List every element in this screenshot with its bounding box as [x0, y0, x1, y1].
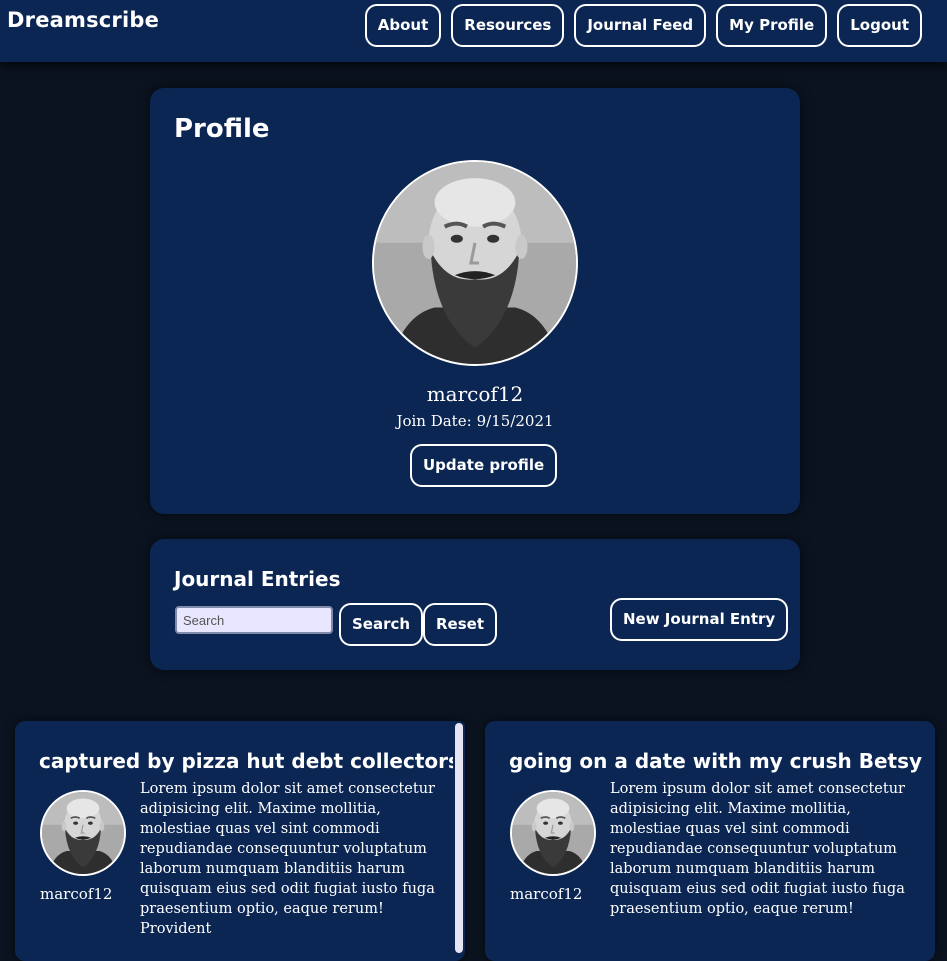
entry-author-photo [42, 792, 124, 874]
brand-logo[interactable]: Dreamscribe [7, 8, 159, 32]
update-profile-button[interactable]: Update profile [410, 444, 558, 487]
entry-author-photo [512, 792, 594, 874]
search-input[interactable] [175, 606, 333, 634]
entry-author: marcof12 [510, 885, 583, 903]
top-navbar: Dreamscribe About Resources Journal Feed… [0, 0, 947, 62]
journal-entries-title: Journal Entries [174, 567, 341, 591]
entry-body: Lorem ipsum dolor sit amet consectetur a… [140, 781, 435, 937]
reset-button[interactable]: Reset [423, 603, 497, 646]
entry-avatar [40, 790, 126, 876]
profile-username: marcof12 [426, 382, 524, 406]
join-date: Join Date: 9/15/2021 [150, 412, 800, 430]
entry-avatar [510, 790, 596, 876]
profile-card: Profile marcof12 Join Date: 9/15/2021 Upd… [150, 88, 800, 514]
nav-links: About Resources Journal Feed My Profile … [364, 4, 922, 47]
profile-photo [374, 162, 576, 364]
journal-entries-card: Journal Entries Search Reset New Journal… [150, 539, 800, 670]
profile-title: Profile [174, 114, 270, 144]
entry-scrollbar[interactable] [453, 721, 465, 953]
search-button[interactable]: Search [339, 603, 424, 646]
entry-author: marcof12 [40, 885, 113, 903]
entry-title: going on a date with my crush Betsy [509, 749, 923, 773]
nav-resources-link[interactable]: Resources [451, 4, 565, 47]
journal-entry-card[interactable]: captured by pizza hut debt collectors ma… [15, 721, 465, 961]
join-date-value: 9/15/2021 [476, 412, 554, 430]
nav-about-link[interactable]: About [364, 4, 442, 47]
join-date-label: Join Date: [396, 412, 472, 430]
nav-my-profile-link[interactable]: My Profile [716, 4, 828, 47]
nav-journal-feed-link[interactable]: Journal Feed [574, 4, 707, 47]
profile-avatar [372, 160, 578, 366]
nav-logout-link[interactable]: Logout [837, 4, 922, 47]
entry-body: Lorem ipsum dolor sit amet consectetur a… [610, 781, 905, 917]
scrollbar-thumb[interactable] [455, 723, 463, 953]
journal-entry-card[interactable]: going on a date with my crush Betsy marc… [485, 721, 935, 961]
entry-title: captured by pizza hut debt collectors [39, 749, 460, 773]
new-journal-entry-button[interactable]: New Journal Entry [610, 598, 789, 641]
